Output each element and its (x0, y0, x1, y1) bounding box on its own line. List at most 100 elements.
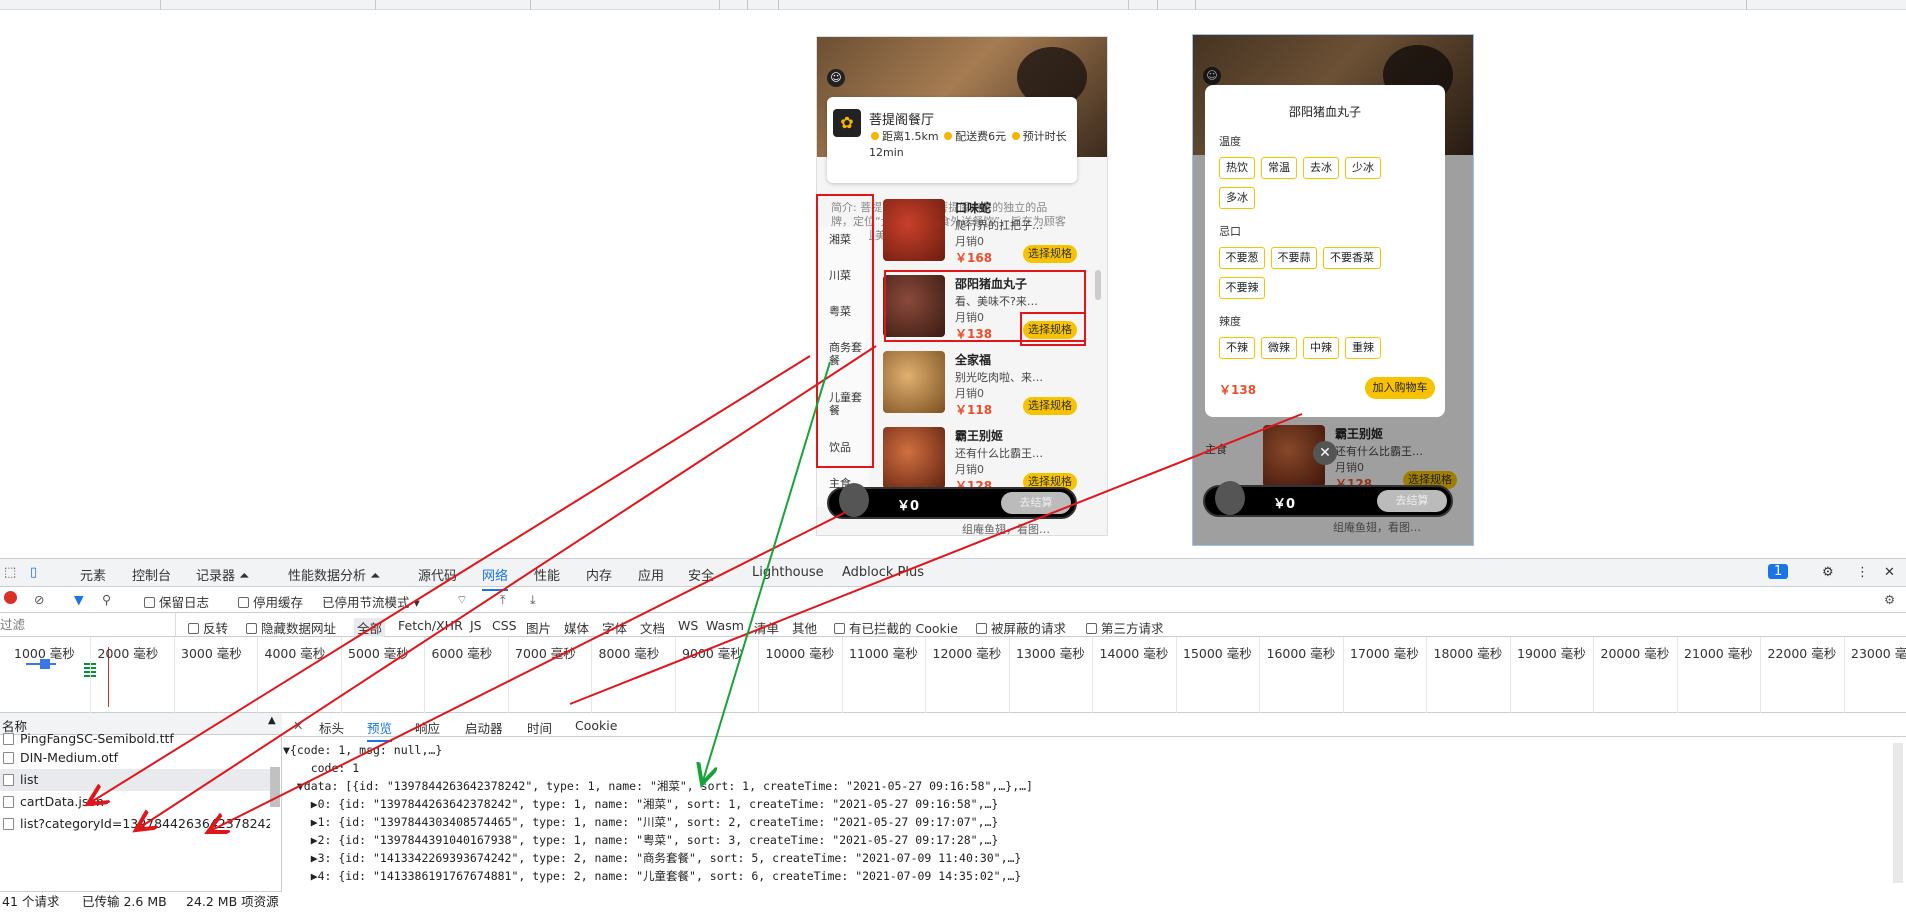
timeline-tick-label: 1000 毫秒 (14, 646, 75, 661)
filter-type-font[interactable]: 字体 (602, 618, 627, 637)
tab-security[interactable]: 安全 (688, 565, 714, 584)
tab-adblock[interactable]: Adblock Plus (842, 565, 924, 580)
dish-item[interactable]: 全家福 别光吃肉啦、来… 月销0 ￥118 选择规格 (883, 351, 1079, 425)
preserve-log-checkbox[interactable]: 保留日志 (144, 592, 209, 611)
more-menu-icon[interactable]: ⋮ (1856, 565, 1869, 580)
tab-application[interactable]: 应用 (638, 565, 664, 584)
network-conditions-icon[interactable]: ⌔ (456, 592, 468, 608)
cart-icon[interactable] (839, 483, 869, 517)
tab-sources[interactable]: 源代码 (418, 565, 457, 584)
filter-icon[interactable]: ▼ (74, 592, 84, 607)
filter-type-css[interactable]: CSS (492, 618, 517, 633)
dish-item[interactable]: 口味蛇 爬行界的扛把子… 月销0 ￥168 选择规格 (883, 199, 1079, 273)
tab-performance[interactable]: 性能 (534, 565, 560, 584)
option-chip[interactable]: 常温 (1261, 157, 1297, 179)
json-line[interactable]: ▶0: {id: "1397844263642378242", type: 1,… (283, 795, 1883, 813)
json-line[interactable]: ▶3: {id: "1413342269393674242", type: 2,… (283, 849, 1883, 867)
record-icon[interactable] (4, 591, 17, 604)
invert-checkbox[interactable]: 反转 (188, 618, 228, 637)
filter-type-manifest[interactable]: 清单 (754, 618, 779, 637)
option-chip[interactable]: 不要蒜 (1271, 247, 1317, 269)
request-row[interactable]: DIN-Medium.otf (0, 747, 270, 769)
request-row[interactable]: list?categoryId=1397844263642378242&s (0, 813, 270, 835)
user-icon[interactable]: ☺ (827, 69, 845, 87)
settings-gear-icon[interactable]: ⚙ (1822, 565, 1834, 580)
request-row[interactable]: cartData.json (0, 791, 270, 813)
scrollbar[interactable] (1095, 270, 1101, 300)
third-party-checkbox[interactable]: 第三方请求 (1086, 618, 1164, 637)
json-line[interactable]: ▼data: [{id: "1397844263642378242", type… (283, 777, 1883, 795)
checkout-button[interactable]: 去结算 (1377, 490, 1447, 512)
json-line[interactable]: ▶1: {id: "1397844303408574465", type: 1,… (283, 813, 1883, 831)
tab-cookie[interactable]: Cookie (575, 718, 617, 733)
timeline-gridline (841, 637, 843, 713)
tab-recorder[interactable]: 记录器 ⏶ (196, 565, 250, 584)
issues-badge[interactable]: 1 (1768, 564, 1789, 579)
filter-type-other[interactable]: 其他 (792, 618, 817, 637)
cart-icon[interactable] (1215, 481, 1245, 515)
close-detail-icon[interactable]: ✕ (293, 718, 303, 733)
filter-type-all[interactable]: 全部 (354, 618, 386, 637)
request-row[interactable]: PingFangSC-Semibold.ttf (0, 731, 270, 747)
tab-timing[interactable]: 时间 (527, 718, 552, 737)
json-line[interactable]: ▶4: {id: "1413386191767674881", type: 2,… (283, 867, 1883, 885)
option-chip[interactable]: 微辣 (1261, 337, 1297, 359)
tab-console[interactable]: 控制台 (132, 565, 171, 584)
select-spec-button[interactable]: 选择规格 (1023, 397, 1077, 415)
device-toggle-icon[interactable]: ▯ (30, 565, 37, 580)
filter-type-xhr[interactable]: Fetch/XHR (398, 618, 463, 633)
close-devtools-icon[interactable]: ✕ (1884, 565, 1895, 580)
filter-type-img[interactable]: 图片 (526, 618, 551, 637)
search-icon[interactable]: ⚲ (102, 592, 111, 607)
network-settings-icon[interactable]: ⚙ (1884, 592, 1895, 607)
tab-memory[interactable]: 内存 (586, 565, 612, 584)
blocked-cookies-checkbox[interactable]: 有已拦截的 Cookie (834, 618, 958, 637)
network-timeline[interactable]: 1000 毫秒 2000 毫秒 3000 毫秒 4000 毫秒 5000 毫秒 6000 … (0, 637, 1906, 713)
tab-network[interactable]: 网络 (482, 565, 509, 591)
option-chip[interactable]: 不要葱 (1219, 247, 1265, 269)
filter-input[interactable]: 过滤 (0, 613, 176, 636)
scrollbar[interactable] (270, 767, 280, 807)
blocked-requests-checkbox[interactable]: 被屏蔽的请求 (976, 618, 1066, 637)
option-chip[interactable]: 去冰 (1303, 157, 1339, 179)
tab-performance-insights[interactable]: 性能数据分析 ⏶ (288, 565, 381, 584)
disable-cache-checkbox[interactable]: 停用缓存 (238, 592, 303, 611)
option-chip[interactable]: 不要辣 (1219, 277, 1265, 299)
option-chip[interactable]: 少冰 (1345, 157, 1381, 179)
option-chip[interactable]: 热饮 (1219, 157, 1255, 179)
close-icon[interactable]: ✕ (1313, 441, 1337, 465)
import-icon[interactable]: ⤒ (500, 592, 506, 608)
tab-elements[interactable]: 元素 (80, 565, 106, 584)
throttle-select[interactable]: 已停用节流模式 ▾ (322, 592, 420, 611)
option-chip[interactable]: 中辣 (1303, 337, 1339, 359)
clear-icon[interactable]: ⊘ (34, 592, 44, 607)
cart-bar[interactable]: ￥0 去结算 (827, 483, 1077, 519)
filter-type-media[interactable]: 媒体 (564, 618, 589, 637)
filter-type-js[interactable]: JS (470, 618, 482, 633)
option-chip[interactable]: 多冰 (1219, 187, 1255, 209)
add-to-cart-button[interactable]: 加入购物车 (1365, 377, 1435, 399)
inspect-icon[interactable]: ⬚ (4, 565, 16, 580)
filter-type-wasm[interactable]: Wasm (706, 618, 744, 633)
option-chip[interactable]: 不要香菜 (1323, 247, 1381, 269)
hide-data-urls-checkbox[interactable]: 隐藏数据网址 (246, 618, 336, 637)
json-line[interactable]: ▼{code: 1, msg: null,…} (283, 741, 1883, 759)
option-chip[interactable]: 重辣 (1345, 337, 1381, 359)
checkout-button[interactable]: 去结算 (1001, 492, 1071, 514)
filter-type-doc[interactable]: 文档 (640, 618, 665, 637)
sort-icon[interactable]: ▲ (268, 715, 276, 726)
tab-preview[interactable]: 预览 (367, 718, 393, 742)
tab-initiator[interactable]: 启动器 (465, 718, 503, 737)
tab-headers[interactable]: 标头 (319, 718, 344, 737)
tab-response[interactable]: 响应 (415, 718, 440, 737)
request-row-selected[interactable]: list (0, 769, 270, 791)
option-chip[interactable]: 不辣 (1219, 337, 1255, 359)
export-icon[interactable]: ⤓ (530, 592, 536, 608)
select-spec-button[interactable]: 选择规格 (1023, 245, 1077, 263)
filter-type-ws[interactable]: WS (678, 618, 698, 633)
json-line[interactable]: ▶2: {id: "1397844391040167938", type: 1,… (283, 831, 1883, 849)
cart-bar[interactable]: ￥0 去结算 (1203, 481, 1453, 517)
scrollbar[interactable] (1893, 743, 1903, 883)
tab-lighthouse[interactable]: Lighthouse (752, 565, 824, 580)
dish-image (883, 427, 945, 489)
